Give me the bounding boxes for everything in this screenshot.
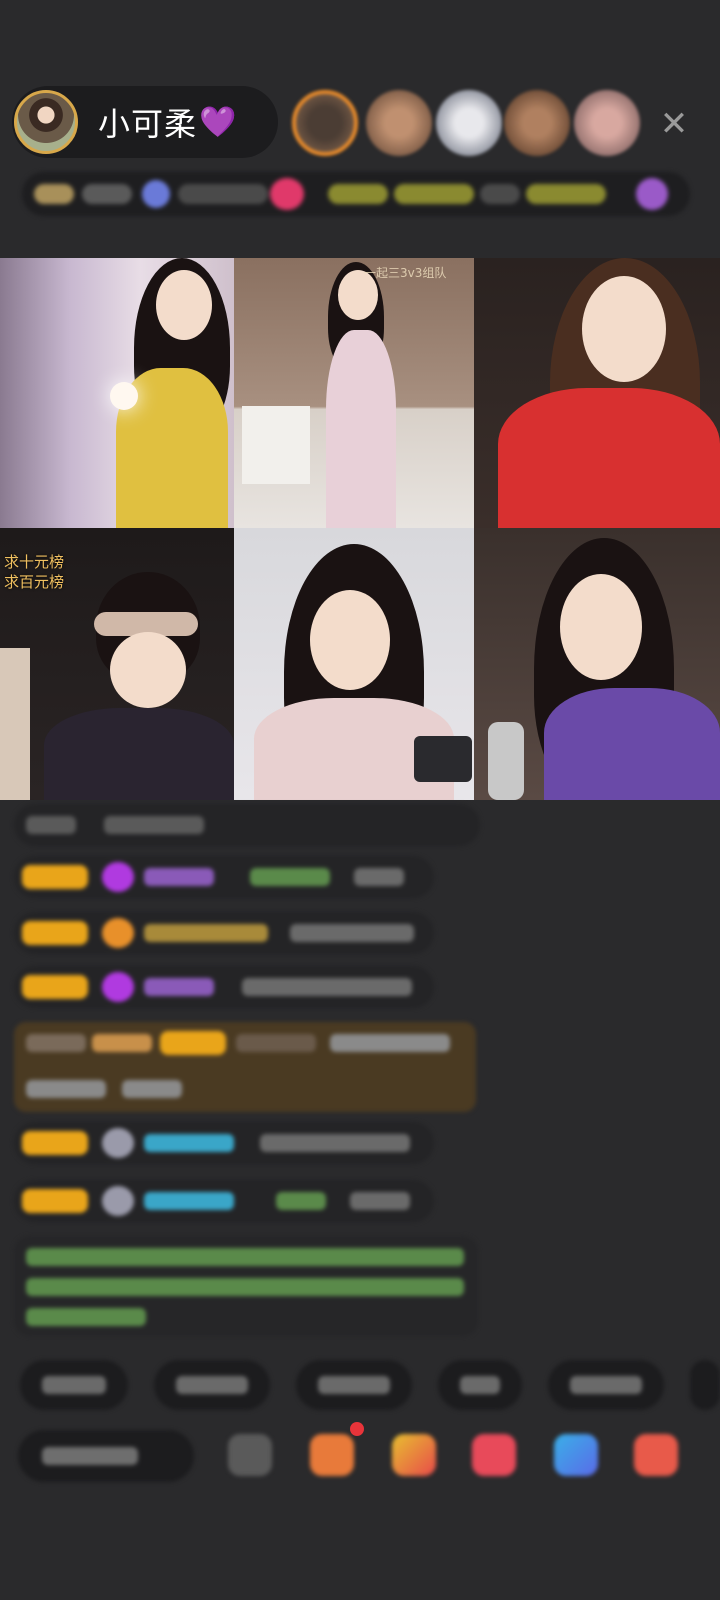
streamer-dress: [326, 330, 396, 528]
chat-message: [14, 804, 480, 846]
emoji-icon[interactable]: [228, 1434, 272, 1476]
room-info-bar[interactable]: [22, 172, 690, 216]
streamer-face: [582, 276, 666, 382]
host-info-pill[interactable]: 小可柔 💜: [12, 86, 278, 158]
gift-box-icon[interactable]: [392, 1434, 436, 1476]
video-tile-1[interactable]: [0, 258, 234, 528]
streamer-face: [110, 632, 186, 708]
system-notice: [14, 1236, 478, 1336]
chat-message: [14, 856, 434, 898]
rank-request-label: 求十元榜: [4, 553, 65, 571]
streamer-cardigan: [44, 708, 234, 800]
viewer-avatar[interactable]: [292, 90, 358, 156]
viewer-avatar[interactable]: [574, 90, 640, 156]
blurred-text: [82, 184, 132, 204]
shop-icon[interactable]: [310, 1434, 354, 1476]
rank-request-label: 求百元榜: [4, 573, 65, 591]
chat-message: [14, 1122, 434, 1164]
quick-reply-chip[interactable]: [690, 1360, 720, 1410]
blurred-text: [480, 184, 520, 204]
chat-input[interactable]: [18, 1430, 194, 1482]
viewer-avatar[interactable]: [366, 90, 432, 156]
chat-message: [14, 966, 434, 1008]
wall-poster: [0, 648, 30, 800]
nightstand: [242, 406, 310, 484]
blurred-text: [526, 184, 606, 204]
game-icon[interactable]: [472, 1434, 516, 1476]
host-name: 小可柔: [98, 105, 198, 143]
lamp: [110, 382, 138, 410]
viewer-avatar[interactable]: [436, 90, 502, 156]
chat-message: [14, 1180, 434, 1222]
blurred-text: [394, 184, 474, 204]
quick-reply-chip[interactable]: [438, 1360, 522, 1410]
video-tile-3[interactable]: [474, 258, 720, 528]
host-avatar[interactable]: [14, 90, 78, 154]
close-icon[interactable]: ✕: [654, 104, 694, 144]
blurred-text: [328, 184, 388, 204]
video-tile-5[interactable]: [234, 528, 474, 800]
blurred-text: [178, 184, 268, 204]
streamer-face: [310, 590, 390, 690]
microphone: [488, 722, 524, 800]
badge-icon: [142, 180, 170, 208]
viewer-avatar[interactable]: [504, 90, 570, 156]
chat-message: [14, 912, 434, 954]
video-tile-4[interactable]: 求十元榜 求百元榜: [0, 528, 234, 800]
quick-reply-chip[interactable]: [154, 1360, 270, 1410]
video-tile-2[interactable]: 一起三3v3组队: [234, 258, 474, 528]
more-icon[interactable]: [634, 1434, 678, 1476]
streamer-sweater: [498, 388, 720, 528]
quick-reply-chip[interactable]: [548, 1360, 664, 1410]
video-tile-6[interactable]: [474, 528, 720, 800]
share-icon[interactable]: [554, 1434, 598, 1476]
gift-icon: [636, 178, 668, 210]
video-watermark: 一起三3v3组队: [364, 266, 447, 280]
streamer-face: [156, 270, 212, 340]
streamer-cardigan: [544, 688, 720, 800]
streamer-face: [560, 574, 642, 680]
quick-reply-chip[interactable]: [20, 1360, 128, 1410]
notification-dot: [350, 1422, 364, 1436]
rank-icon: [34, 184, 74, 204]
gift-icon: [270, 178, 304, 210]
purple-heart-icon: 💜: [199, 104, 237, 140]
quick-reply-chip[interactable]: [296, 1360, 412, 1410]
gift-message: [14, 1022, 476, 1112]
microphone: [414, 736, 472, 782]
